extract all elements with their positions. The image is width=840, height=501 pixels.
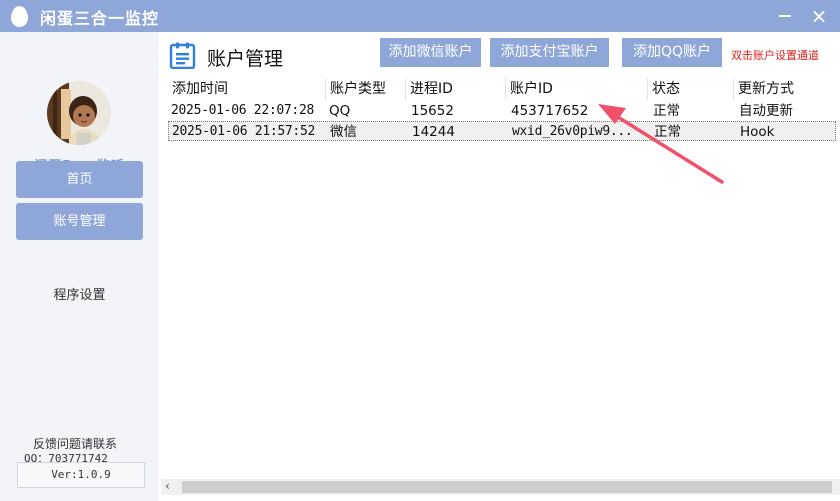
avatar xyxy=(47,81,111,145)
nav-program-settings-button[interactable]: 程序设置 xyxy=(16,284,143,303)
cell-process-id: 14244 xyxy=(412,124,455,140)
nav-home-button[interactable]: 首页 xyxy=(16,161,143,198)
egg-logo-icon xyxy=(11,6,28,27)
column-header-status[interactable]: 状态 xyxy=(648,78,734,100)
column-header-account-type[interactable]: 账户类型 xyxy=(326,78,406,100)
cell-status: 正常 xyxy=(653,103,680,119)
cell-account-type: QQ xyxy=(329,103,351,119)
cell-account-id: wxid_26v0piw9... xyxy=(512,124,633,139)
cell-update-mode: 自动更新 xyxy=(739,103,793,119)
add-qq-account-button[interactable]: 添加QQ账户 xyxy=(622,38,722,67)
scrollbar-thumb[interactable] xyxy=(182,481,832,493)
clipboard-list-icon xyxy=(169,42,196,73)
scroll-left-icon[interactable]: ‹ xyxy=(165,479,179,495)
sidebar: 闲蛋Pay 监听 首页 账号管理 程序设置 反馈问题请联系 QQ：7037717… xyxy=(0,32,159,501)
horizontal-scrollbar[interactable]: ‹ xyxy=(161,479,840,495)
close-icon[interactable]: × xyxy=(806,3,832,29)
add-wechat-account-button[interactable]: 添加微信账户 xyxy=(380,38,481,67)
cell-update-mode: Hook xyxy=(740,124,775,140)
minimize-icon[interactable] xyxy=(779,15,791,17)
cell-added-time: 2025-01-06 21:57:52 xyxy=(172,124,316,139)
cell-account-id: 453717652 xyxy=(511,103,589,119)
page-title: 账户管理 xyxy=(207,48,284,70)
cell-status: 正常 xyxy=(654,124,681,140)
window-title: 闲蛋三合一监控 xyxy=(40,9,160,28)
double-click-hint: 双击账户设置通道 xyxy=(731,49,819,62)
cell-added-time: 2025-01-06 22:07:28 xyxy=(171,103,315,118)
table-row[interactable]: 2025-01-06 22:07:28 QQ 15652 453717652 正… xyxy=(168,101,836,121)
table-row[interactable]: 2025-01-06 21:57:52 微信 14244 wxid_26v0pi… xyxy=(168,121,836,141)
cell-account-type: 微信 xyxy=(330,124,357,140)
cell-process-id: 15652 xyxy=(411,103,454,119)
title-bar: 闲蛋三合一监控 × xyxy=(0,0,840,32)
column-header-added-time[interactable]: 添加时间 xyxy=(168,78,326,100)
column-header-update-mode[interactable]: 更新方式 xyxy=(734,78,840,100)
add-alipay-account-button[interactable]: 添加支付宝账户 xyxy=(490,38,609,67)
nav-account-management-button[interactable]: 账号管理 xyxy=(16,203,143,240)
version-label: Ver:1.0.9 xyxy=(17,462,145,488)
column-header-process-id[interactable]: 进程ID xyxy=(406,78,506,100)
column-header-account-id[interactable]: 账户ID xyxy=(506,78,648,100)
table-header: 添加时间 账户类型 进程ID 账户ID 状态 更新方式 xyxy=(168,78,840,100)
